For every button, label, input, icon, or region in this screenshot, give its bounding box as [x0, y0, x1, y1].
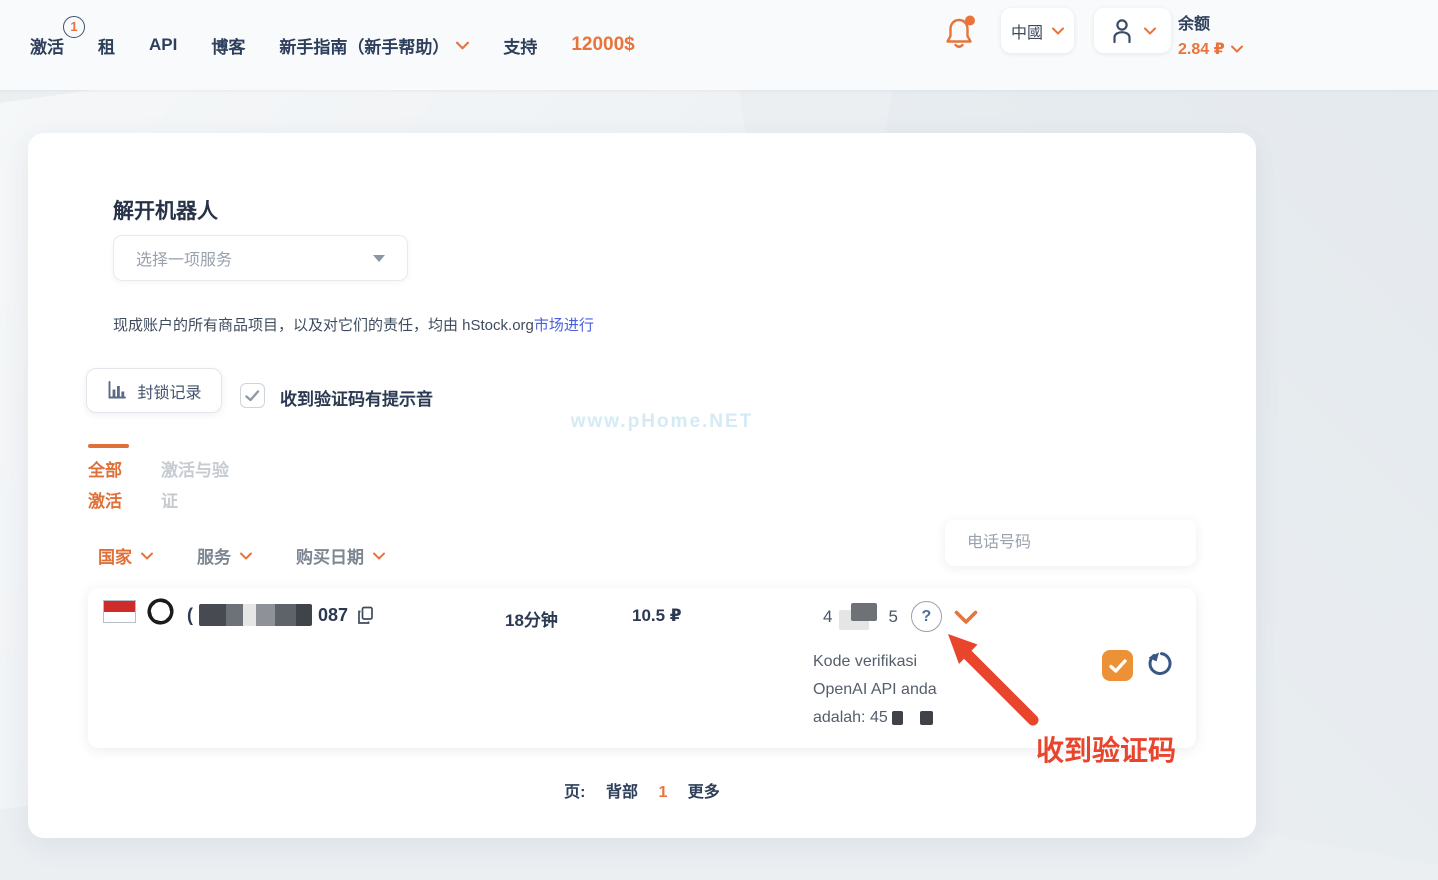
expand-chevron-icon[interactable]: [954, 610, 978, 625]
filter-country[interactable]: 国家: [98, 543, 153, 568]
nav-label: 博客: [211, 33, 245, 58]
country-selector-value: 中國: [1011, 19, 1043, 43]
chevron-down-icon: [1144, 27, 1156, 35]
pagination-label: 页:: [564, 784, 585, 801]
chevron-down-icon: [141, 552, 153, 560]
time-remaining: 18分钟: [505, 606, 558, 631]
notifications-bell-button[interactable]: [943, 12, 979, 52]
copy-icon[interactable]: [357, 606, 374, 625]
activation-row: ( 087 18分钟 10.5 ₽ 4 5 ?: [88, 588, 1196, 748]
page-title: 解开机器人: [113, 195, 218, 225]
user-icon: [1109, 17, 1135, 44]
openai-logo-icon: [145, 596, 176, 627]
chevron-down-icon: [456, 41, 469, 50]
phone-visible-digits: 087: [318, 605, 348, 626]
nav-item-promo-amount[interactable]: 12000$: [571, 34, 634, 56]
balance-dropdown[interactable]: 2.84 ₽: [1178, 39, 1243, 59]
price: 10.5 ₽: [632, 606, 682, 626]
sms-line: Kode verifikasi: [813, 648, 937, 676]
unread-dot: [965, 16, 975, 26]
phone-number: ( 087: [187, 604, 374, 626]
tab-all-activations[interactable]: 全部激活: [88, 444, 134, 517]
balance-label: 余额: [1178, 10, 1243, 34]
bar-chart-icon: [106, 380, 128, 401]
pagination-back[interactable]: 背部: [606, 784, 638, 801]
nav-item-blog[interactable]: 博客: [211, 33, 245, 58]
chevron-down-icon: [240, 552, 252, 560]
watermark: www.pHome.NET: [512, 411, 812, 433]
nav-item-api[interactable]: API: [149, 35, 177, 55]
sms-message-text: Kode verifikasi OpenAI API anda adalah: …: [813, 648, 937, 732]
confirm-activation-button[interactable]: [1102, 650, 1133, 681]
activations-panel: 解开机器人 选择一项服务 现成账户的所有商品项目，以及对它们的责任，均由 hSt…: [28, 133, 1256, 838]
filter-label: 服务: [197, 543, 231, 568]
main-nav: 激活 1 租 API 博客 新手指南（新手帮助） 支持 12000$: [30, 23, 635, 67]
sms-line: OpenAI API anda: [813, 676, 937, 704]
annotation-text: 收到验证码: [1036, 729, 1176, 769]
select-arrow-icon: [373, 255, 385, 262]
nav-label: 支持: [503, 33, 537, 58]
bell-icon: [943, 12, 979, 52]
code-last-digit: 5: [888, 607, 897, 627]
block-history-button[interactable]: 封锁记录: [86, 368, 222, 413]
account-menu-dropdown[interactable]: [1094, 8, 1171, 53]
nav-label: API: [149, 35, 177, 55]
marketplace-description: 现成账户的所有商品项目，以及对它们的责任，均由 hStock.org市场进行: [113, 314, 594, 335]
filter-purchase-date[interactable]: 购买日期: [296, 543, 385, 568]
checkmark-icon: [245, 390, 260, 402]
verification-code: 4 5 ?: [823, 601, 942, 632]
country-selector-dropdown[interactable]: 中國: [1001, 8, 1074, 53]
chevron-down-icon: [373, 552, 385, 560]
chevron-down-icon: [1231, 45, 1243, 53]
nav-item-activation[interactable]: 激活 1: [30, 33, 64, 58]
sms-redacted-block: [892, 711, 903, 725]
marketplace-link[interactable]: 市场进行: [534, 317, 594, 334]
filter-label: 购买日期: [296, 543, 364, 568]
nav-label: 租: [98, 33, 115, 58]
nav-label: 新手指南（新手帮助）: [279, 33, 449, 58]
sms-sound-label: 收到验证码有提示音: [280, 385, 433, 410]
balance-block: 余额 2.84 ₽: [1178, 10, 1243, 59]
nav-label: 12000$: [571, 34, 634, 56]
service-select-placeholder: 选择一项服务: [136, 246, 373, 270]
code-first-digit: 4: [823, 607, 832, 627]
chevron-down-icon: [1052, 27, 1064, 35]
phone-redacted-blur: [199, 604, 312, 626]
nav-item-support[interactable]: 支持: [503, 33, 537, 58]
checkmark-icon: [1109, 659, 1127, 673]
retry-undo-icon[interactable]: [1145, 648, 1177, 680]
phone-number-search-input[interactable]: [945, 520, 1196, 566]
service-select[interactable]: 选择一项服务: [113, 235, 408, 281]
notification-count-badge: 1: [63, 16, 85, 38]
balance-amount: 2.84 ₽: [1178, 39, 1225, 59]
nav-item-beginner-guide[interactable]: 新手指南（新手帮助）: [279, 33, 469, 58]
filter-bar: 国家 服务 购买日期: [98, 543, 385, 568]
pagination-more[interactable]: 更多: [688, 784, 720, 801]
description-text: 现成账户的所有商品项目，以及对它们的责任，均由 hStock.org: [113, 317, 534, 334]
sms-redacted-block: [920, 711, 933, 725]
sms-line: adalah: 45: [813, 704, 937, 732]
activation-tabs: 全部激活 激活与验证: [88, 444, 231, 517]
filter-service[interactable]: 服务: [197, 543, 252, 568]
pagination: 页: 背部 1 更多: [28, 778, 1256, 802]
nav-label: 激活: [30, 33, 64, 58]
block-history-label: 封锁记录: [137, 379, 201, 403]
phone-paren: (: [187, 605, 193, 626]
top-navigation-bar: 激活 1 租 API 博客 新手指南（新手帮助） 支持 12000$ 中國 余额: [0, 0, 1438, 90]
code-redacted-blur: [839, 603, 881, 630]
indonesia-flag-icon: [103, 600, 136, 623]
sms-sound-checkbox[interactable]: [240, 383, 265, 408]
tab-activation-and-verification[interactable]: 激活与验证: [161, 444, 231, 517]
pagination-current-page[interactable]: 1: [658, 784, 667, 801]
filter-label: 国家: [98, 543, 132, 568]
nav-item-rent[interactable]: 租: [98, 33, 115, 58]
help-question-icon[interactable]: ?: [911, 601, 942, 632]
